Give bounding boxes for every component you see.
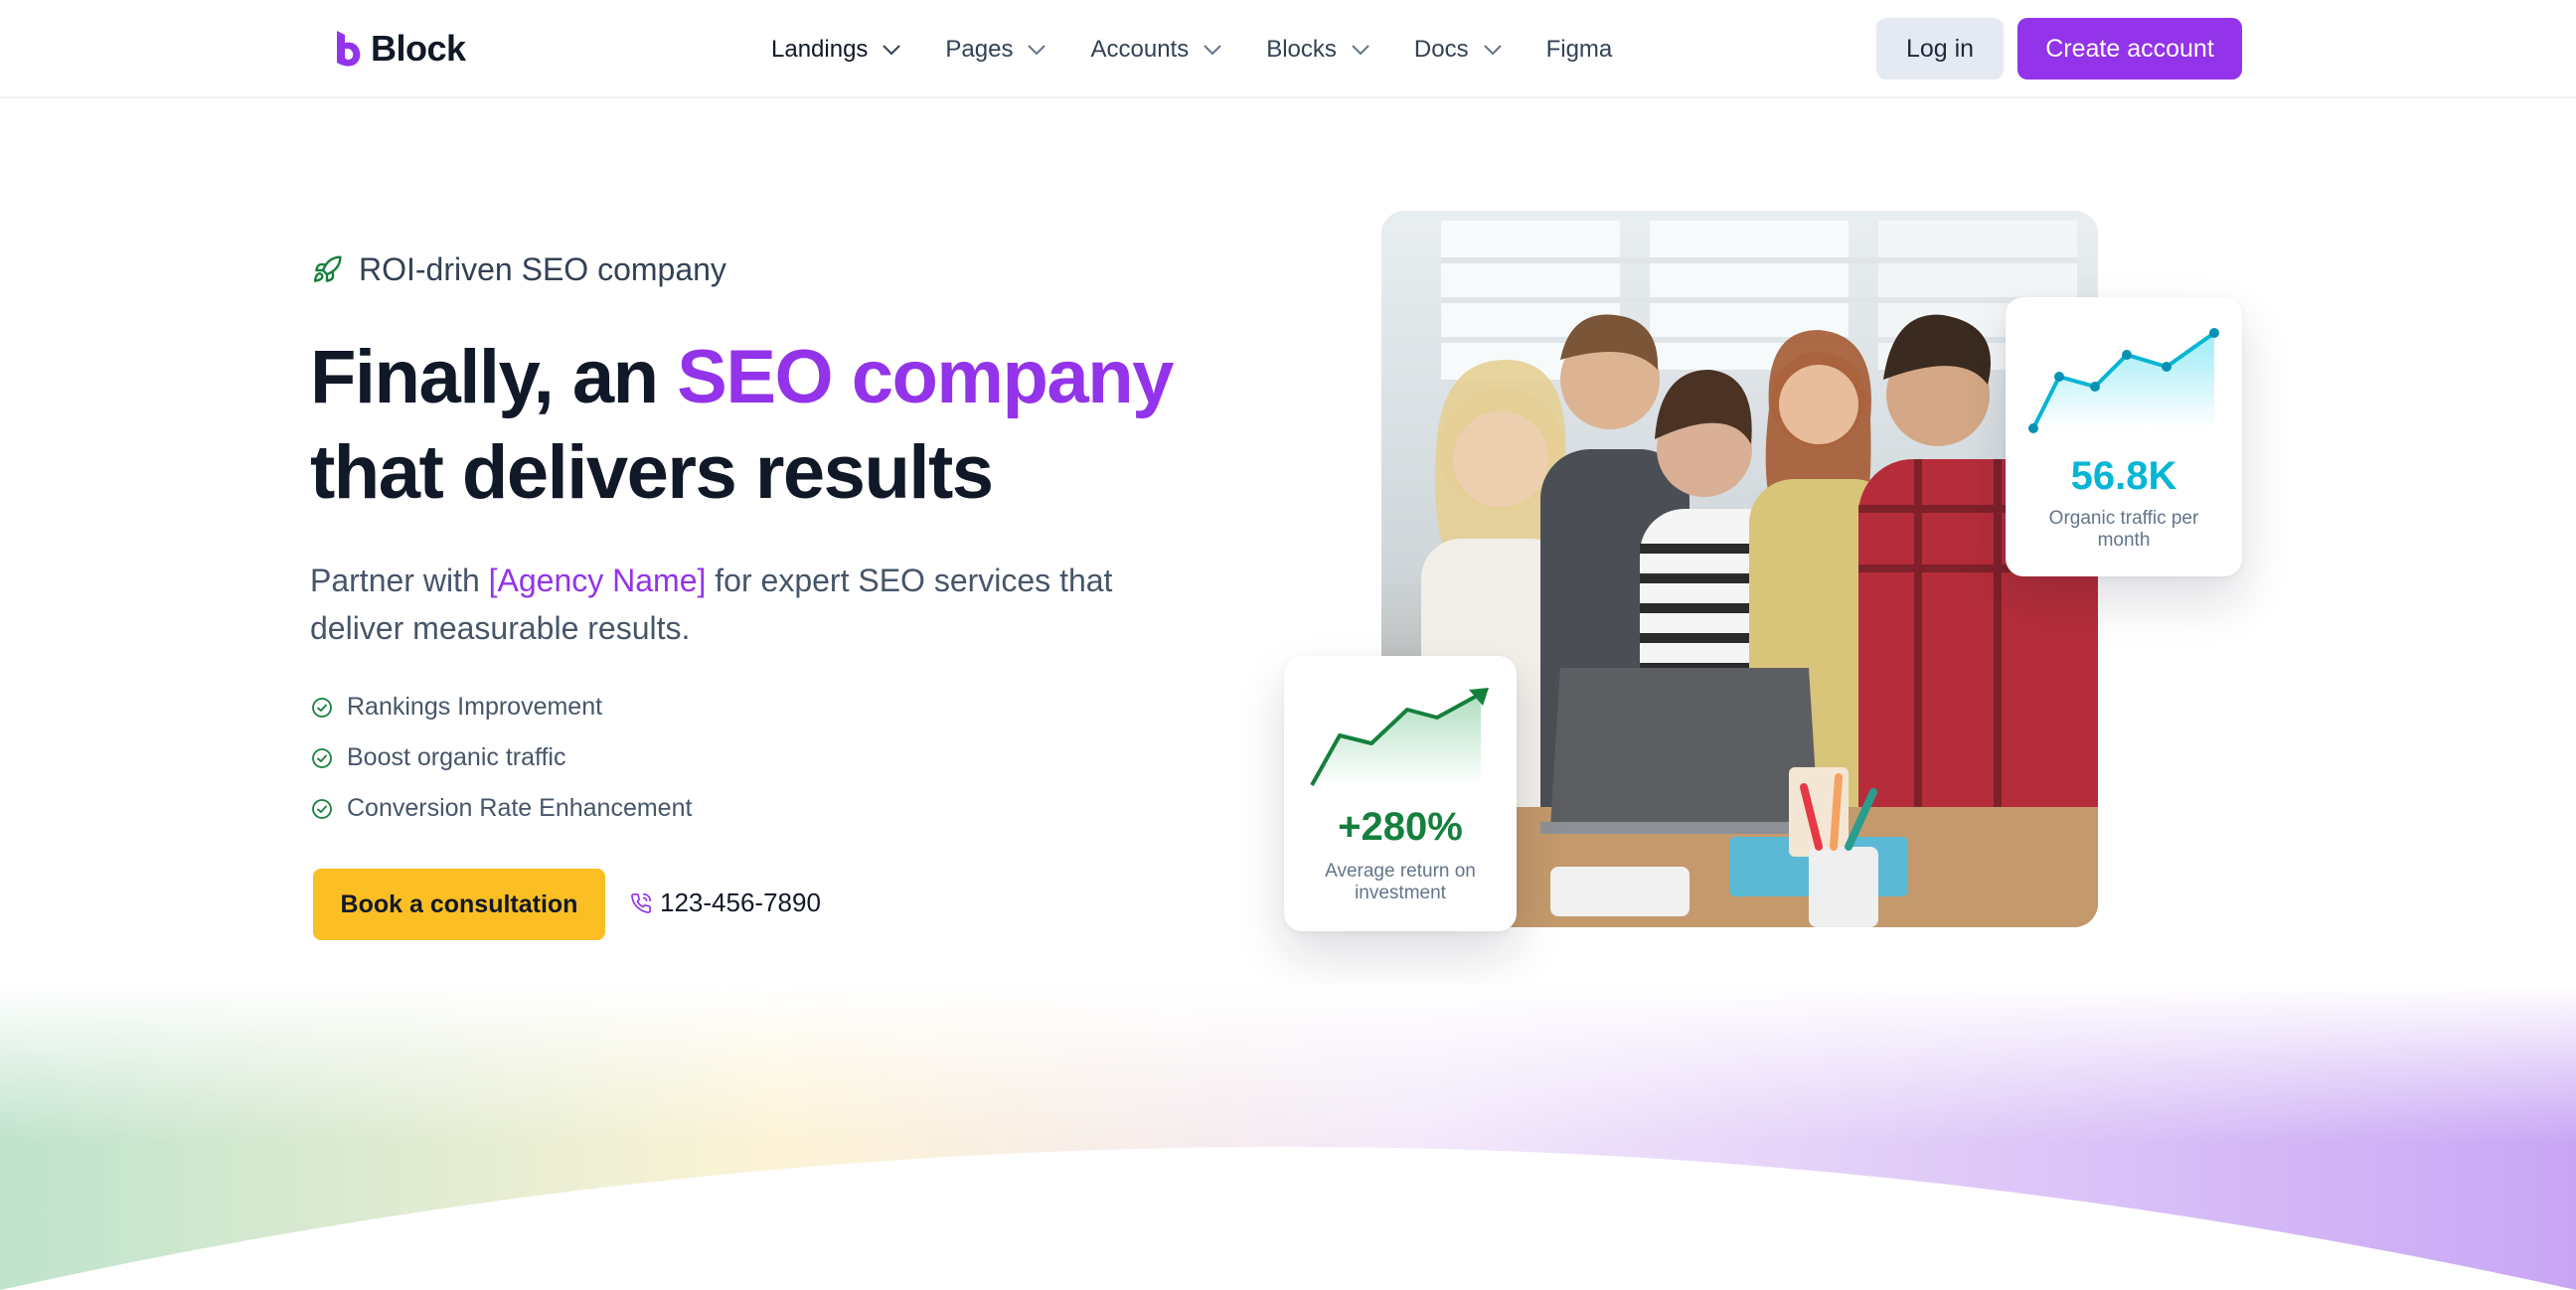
phone-number: 123-456-7890 xyxy=(660,887,821,917)
phone-link[interactable]: 123-456-7890 xyxy=(630,887,821,918)
feature-item: Conversion Rate Enhancement xyxy=(311,794,692,823)
chevron-down-icon xyxy=(1028,44,1046,55)
traffic-label: Organic traffic per month xyxy=(2048,508,2199,551)
rocket-icon xyxy=(313,254,342,282)
feature-label: Boost organic traffic xyxy=(347,743,566,771)
headline-part1: Finally, an xyxy=(310,335,678,419)
top-navbar: Block Landings Pages Accounts Blocks Doc… xyxy=(0,0,2576,98)
bottom-gradient-wave xyxy=(0,984,2576,1290)
nav-item-accounts[interactable]: Accounts xyxy=(1090,36,1222,64)
check-circle-icon xyxy=(312,798,332,819)
nav-item-figma[interactable]: Figma xyxy=(1546,36,1613,64)
feature-item: Rankings Improvement xyxy=(311,693,602,722)
roi-value: +280% xyxy=(1338,805,1463,849)
agency-name-placeholder: [Agency Name] xyxy=(488,563,707,598)
hero-headline: Finally, an SEO company that delivers re… xyxy=(310,330,1205,521)
chevron-down-icon xyxy=(1352,44,1369,55)
traffic-line-chart xyxy=(2028,328,2219,433)
check-circle-icon xyxy=(312,747,332,768)
nav-item-label: Landings xyxy=(771,35,869,63)
nav-item-label: Figma xyxy=(1545,35,1613,63)
brand-logo[interactable]: Block xyxy=(333,28,466,70)
chevron-down-icon xyxy=(1483,44,1502,55)
headline-part2: that delivers results xyxy=(310,430,994,515)
nav-item-landings[interactable]: Landings xyxy=(771,36,901,64)
brand-name: Block xyxy=(371,28,466,69)
nav-item-blocks[interactable]: Blocks xyxy=(1266,36,1370,64)
book-consultation-button[interactable]: Book a consultation xyxy=(313,869,605,940)
roi-label: Average return on investment xyxy=(1325,861,1476,903)
roi-stat-card: +280% Average return on investment xyxy=(1284,656,1517,931)
sub-part1: Partner with xyxy=(310,563,489,598)
nav-item-label: Accounts xyxy=(1090,35,1190,63)
chevron-down-icon xyxy=(883,44,901,55)
check-circle-icon xyxy=(312,697,332,718)
chevron-down-icon xyxy=(1204,44,1221,55)
eyebrow-text: ROI-driven SEO company xyxy=(359,251,726,287)
feature-label: Conversion Rate Enhancement xyxy=(347,794,693,822)
hero-eyebrow: ROI-driven SEO company xyxy=(311,251,726,288)
create-account-button[interactable]: Create account xyxy=(2017,18,2242,80)
phone-icon xyxy=(631,892,651,913)
login-button[interactable]: Log in xyxy=(1876,18,2004,80)
nav-item-label: Docs xyxy=(1413,35,1469,63)
main-menu: Landings Pages Accounts Blocks Docs Figm… xyxy=(771,0,1656,98)
nav-item-pages[interactable]: Pages xyxy=(945,36,1046,64)
traffic-value: 56.8K xyxy=(2070,454,2177,498)
nav-item-docs[interactable]: Docs xyxy=(1414,36,1503,64)
feature-label: Rankings Improvement xyxy=(347,693,603,721)
nav-item-label: Pages xyxy=(945,35,1014,63)
traffic-stat-card: 56.8K Organic traffic per month xyxy=(2006,297,2242,576)
headline-highlight: SEO company xyxy=(677,335,1174,419)
roi-trend-chart xyxy=(1310,688,1489,786)
block-logo-icon xyxy=(337,31,361,67)
feature-item: Boost organic traffic xyxy=(311,743,565,772)
nav-item-label: Blocks xyxy=(1266,35,1337,63)
hero-subheading: Partner with [Agency Name] for expert SE… xyxy=(310,557,1125,652)
